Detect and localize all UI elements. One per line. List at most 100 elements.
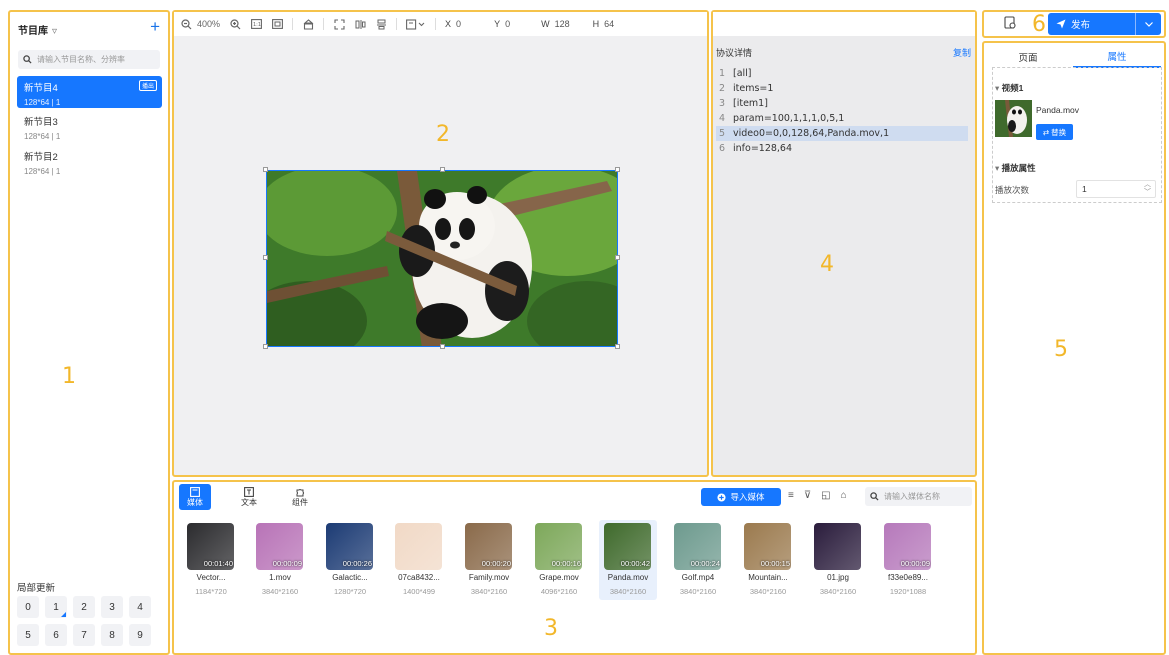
clear-icon[interactable]: ⌂	[841, 490, 847, 501]
media-duration: 00:00:09	[272, 559, 302, 568]
resize-handle[interactable]	[263, 255, 268, 260]
media-duration: 00:00:24	[690, 559, 720, 568]
media-item[interactable]: 01.jpg 3840*2160	[809, 520, 867, 600]
video-file-name: Panda.mov	[1036, 105, 1079, 115]
publish-button[interactable]: 发布	[1048, 13, 1161, 35]
media-item[interactable]: 00:00:42 Panda.mov 3840*2160	[599, 520, 657, 600]
resize-handle[interactable]	[440, 167, 445, 172]
protocol-title: 协议详情	[716, 48, 753, 58]
publish-panel: 6 发布	[982, 10, 1166, 38]
actual-size-icon[interactable]: 1:1	[250, 18, 262, 30]
zoom-out-icon[interactable]	[180, 18, 192, 30]
frame-icon[interactable]: ◱	[821, 490, 830, 501]
resize-handle[interactable]	[615, 255, 620, 260]
send-icon	[1056, 19, 1066, 29]
media-thumbnail: 00:00:09	[884, 523, 931, 570]
import-media-button[interactable]: 导入媒体	[701, 488, 781, 506]
media-item[interactable]: 00:00:24 Golf.mp4 3840*2160	[669, 520, 727, 600]
y-coordinate: Y0	[494, 19, 511, 29]
program-item[interactable]: 新节目3 128*64 | 1	[17, 110, 162, 142]
media-duration: 00:00:09	[900, 559, 930, 568]
fullscreen-icon[interactable]	[333, 18, 345, 30]
media-duration: 00:00:15	[760, 559, 790, 568]
zoom-in-icon[interactable]	[229, 18, 241, 30]
preview-icon[interactable]	[1004, 16, 1017, 33]
media-name: Vector...	[196, 573, 226, 582]
caret-down-icon: ▾	[995, 163, 1002, 173]
number-button[interactable]: 0	[17, 596, 39, 618]
copy-button[interactable]: 复制	[953, 46, 971, 59]
media-resolution: 3840*2160	[470, 587, 508, 596]
program-item[interactable]: 新节目2 128*64 | 1	[17, 145, 162, 177]
number-button[interactable]: 4	[129, 596, 151, 618]
replace-button[interactable]: ⇄ 替换	[1036, 124, 1073, 140]
region-number: 5	[1054, 337, 1068, 362]
resize-handle[interactable]	[263, 344, 268, 349]
layout-dropdown-icon[interactable]	[406, 18, 426, 30]
media-item[interactable]: 00:00:16 Grape.mov 4096*2160	[530, 520, 588, 600]
resize-handle[interactable]	[615, 167, 620, 172]
program-name: 新节目3	[24, 117, 58, 128]
media-resolution: 1400*499	[402, 587, 436, 596]
video-section-title[interactable]: ▾ 视频1	[995, 82, 1023, 94]
media-item[interactable]: 07ca8432... 1400*499	[390, 520, 448, 600]
clear-icon[interactable]	[302, 18, 314, 30]
resize-handle[interactable]	[615, 344, 620, 349]
number-button[interactable]: 7	[73, 624, 95, 646]
library-title: 节目库	[18, 26, 48, 37]
resize-handle[interactable]	[263, 167, 268, 172]
number-button[interactable]: 3	[101, 596, 123, 618]
media-item[interactable]: 00:00:09 f33e0e89... 1920*1088	[879, 520, 937, 600]
stepper-arrows-icon[interactable]: ︿ ﹀	[1144, 181, 1151, 197]
number-button[interactable]: 2	[73, 596, 95, 618]
canvas-panel: 400% 1:1 X0 Y0 W 128 H 64 2	[172, 10, 709, 477]
tab-text[interactable]: 文本	[233, 484, 265, 510]
tab-page[interactable]: 页面	[984, 46, 1072, 68]
play-times-label: 播放次数	[995, 185, 1030, 195]
canvas-video-element[interactable]	[266, 170, 618, 347]
tab-properties[interactable]: 属性	[1073, 46, 1161, 68]
resize-handle[interactable]	[440, 344, 445, 349]
program-info: 128*64 | 1	[24, 132, 61, 141]
text-icon	[244, 486, 254, 497]
video-thumbnail	[995, 100, 1032, 137]
number-button[interactable]: 6	[45, 624, 67, 646]
filter-icon[interactable]: ⊽	[804, 490, 811, 501]
number-button[interactable]: 8	[101, 624, 123, 646]
playback-section-title[interactable]: ▾ 播放属性	[995, 162, 1036, 174]
play-times-stepper[interactable]: 1 ︿ ﹀	[1076, 180, 1156, 198]
add-program-button[interactable]: +	[150, 17, 160, 37]
number-button[interactable]: 1	[45, 596, 67, 618]
media-item[interactable]: 00:00:15 Mountain... 3840*2160	[739, 520, 797, 600]
media-thumbnail: 00:00:16	[535, 523, 582, 570]
import-label: 导入媒体	[730, 492, 765, 502]
media-item[interactable]: 00:00:09 1.mov 3840*2160	[251, 520, 309, 600]
media-thumbnail	[814, 523, 861, 570]
media-item[interactable]: 00:00:20 Family.mov 3840*2160	[460, 520, 518, 600]
media-resolution: 3840*2160	[679, 587, 717, 596]
code-line-highlighted: 5 video0=0,0,128,64,Panda.mov,1	[716, 126, 968, 141]
tab-components[interactable]: 组件	[284, 484, 316, 510]
media-item[interactable]: 00:01:40 Vector... 1184*720	[182, 520, 240, 600]
media-item[interactable]: 00:00:26 Galactic... 1280*720	[321, 520, 379, 600]
zoom-level: 400%	[197, 19, 221, 29]
number-button[interactable]: 9	[129, 624, 151, 646]
fit-screen-icon[interactable]	[271, 18, 283, 30]
media-duration: 00:00:16	[551, 559, 581, 568]
component-icon	[296, 488, 305, 496]
align-vertical-icon[interactable]	[375, 18, 387, 30]
filter-icon[interactable]: ▿	[52, 26, 57, 37]
chevron-down-icon[interactable]	[1135, 13, 1161, 35]
number-button[interactable]: 5	[17, 624, 39, 646]
sort-icon[interactable]: ≡	[788, 490, 794, 501]
align-horizontal-icon[interactable]	[354, 18, 366, 30]
media-resolution: 3840*2160	[819, 587, 857, 596]
media-duration: 00:00:26	[342, 559, 372, 568]
program-name: 新节目2	[24, 152, 58, 163]
code-line: 6 info=128,64	[719, 143, 793, 154]
program-item[interactable]: 新节目4 128*64 | 1 播出	[17, 76, 162, 108]
media-search-input[interactable]: 请输入媒体名称	[865, 487, 972, 506]
program-search-input[interactable]: 请输入节目名称、分辨率	[18, 50, 160, 69]
tab-media[interactable]: 媒体	[179, 484, 211, 510]
media-thumbnail: 00:00:09	[256, 523, 303, 570]
